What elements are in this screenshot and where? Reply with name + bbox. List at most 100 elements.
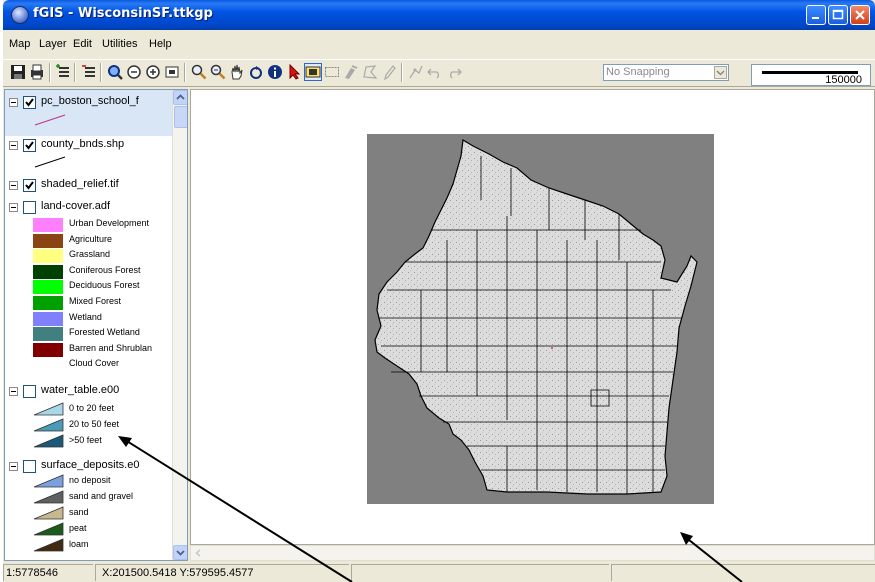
legend-label: Grassland	[69, 249, 111, 260]
layer-checkbox[interactable]	[23, 179, 36, 192]
collapse-icon[interactable]	[9, 141, 18, 150]
edit-icon[interactable]	[343, 64, 359, 80]
legend-swatch	[33, 402, 64, 416]
scroll-down-button[interactable]	[173, 545, 187, 560]
menu-help[interactable]: Help	[149, 38, 172, 50]
map-view[interactable]	[190, 89, 875, 545]
legend-label: >50 feet	[69, 435, 102, 445]
minimize-icon	[812, 17, 819, 19]
chevron-down-icon[interactable]	[714, 66, 727, 79]
add-layer-icon[interactable]	[55, 64, 71, 80]
print-icon[interactable]	[29, 64, 45, 80]
scale-bar: 150000	[751, 64, 871, 86]
legend-label: Mixed Forest	[69, 296, 122, 306]
collapse-icon[interactable]	[9, 181, 18, 190]
legend-swatch	[33, 434, 64, 448]
zoom-box-icon[interactable]	[210, 64, 226, 80]
info-icon[interactable]	[267, 64, 283, 80]
maximize-icon	[832, 9, 844, 20]
undo-icon[interactable]	[427, 64, 443, 80]
layer-checkbox[interactable]	[23, 139, 36, 152]
layer-checkbox[interactable]	[23, 201, 36, 214]
legend-swatch	[33, 490, 64, 504]
layer-checkbox[interactable]	[23, 460, 36, 473]
menu-bar: Map Layer Edit Utilities Help	[3, 36, 875, 54]
layer-name: water_table.e00	[41, 384, 120, 396]
line-symbol-icon	[34, 114, 66, 126]
legend-label: Cloud Cover	[69, 358, 120, 369]
snapping-dropdown[interactable]: No Snapping	[603, 64, 729, 81]
zoom-out-icon[interactable]	[126, 64, 142, 80]
collapse-icon[interactable]	[9, 462, 18, 471]
status-coordinates: X:201500.5418 Y:579595.4577	[95, 564, 349, 581]
legend-label: Deciduous Forest	[69, 280, 140, 291]
map-horizontal-scrollbar[interactable]	[190, 545, 875, 561]
line-symbol-icon	[34, 156, 66, 168]
legend-label: Coniferous Forest	[69, 264, 141, 275]
redo-icon[interactable]	[446, 64, 462, 80]
magnify-icon[interactable]	[191, 64, 207, 80]
minimize-button[interactable]	[806, 5, 826, 25]
layer-name: county_bnds.shp	[41, 138, 125, 150]
zoom-full-icon[interactable]	[107, 64, 123, 80]
legend-label: Wetland	[69, 311, 102, 322]
layer-checkbox[interactable]	[23, 96, 36, 109]
legend-swatch	[33, 248, 63, 264]
collapse-icon[interactable]	[9, 203, 18, 212]
legend-label: sand and gravel	[69, 491, 134, 501]
pan-icon[interactable]	[229, 64, 245, 80]
close-icon	[855, 10, 865, 20]
legend-label: Barren and Shrublan	[69, 342, 153, 353]
status-scale: 1:5778546	[3, 564, 93, 581]
app-window: fGIS - WisconsinSF.ttkgp Map Layer Edit …	[3, 0, 875, 582]
legend-label: sand	[69, 507, 89, 517]
status-panel-3	[351, 564, 609, 581]
scroll-left-button[interactable]	[192, 547, 205, 559]
legend-label: Agriculture	[69, 233, 113, 244]
save-icon[interactable]	[10, 64, 26, 80]
legend-swatch	[33, 341, 63, 357]
layer-name: land-cover.adf	[41, 200, 111, 212]
legend-swatch	[33, 357, 63, 373]
menu-map[interactable]: Map	[9, 38, 30, 50]
legend-scrollbar[interactable]	[172, 90, 187, 560]
status-bar: 1:5778546 X:201500.5418 Y:579595.4577	[3, 563, 875, 582]
legend-swatch	[33, 232, 63, 248]
layer-name: shaded_relief.tif	[41, 178, 119, 190]
layer-checkbox[interactable]	[23, 385, 36, 398]
legend-swatch	[33, 295, 63, 310]
remove-layer-icon[interactable]	[81, 64, 97, 80]
select-box-icon[interactable]	[304, 63, 322, 81]
collapse-icon[interactable]	[9, 387, 18, 396]
zoom-in-icon[interactable]	[145, 64, 161, 80]
legend-label: Forested Wetland	[69, 327, 140, 338]
select-arrow-icon[interactable]	[286, 64, 302, 80]
legend-swatch	[33, 279, 63, 295]
legend-label: no deposit	[69, 475, 111, 485]
legend-swatch	[33, 418, 64, 432]
scroll-thumb[interactable]	[174, 106, 187, 128]
scroll-up-button[interactable]	[173, 90, 187, 105]
zoom-extent-icon[interactable]	[164, 64, 180, 80]
close-button[interactable]	[850, 5, 870, 25]
rectangle-icon[interactable]	[324, 64, 340, 80]
maximize-button[interactable]	[828, 5, 848, 25]
legend-swatch	[33, 522, 64, 536]
menu-edit[interactable]: Edit	[73, 38, 92, 50]
snap-icon[interactable]	[408, 64, 424, 80]
toolbar	[3, 59, 875, 87]
menu-utilities[interactable]: Utilities	[102, 38, 137, 50]
legend-swatch	[33, 217, 63, 232]
status-panel-4	[611, 564, 875, 581]
legend-label: peat	[69, 523, 87, 533]
title-bar[interactable]: fGIS - WisconsinSF.ttkgp	[3, 0, 875, 30]
legend-swatch	[33, 538, 64, 552]
legend-label: 20 to 50 feet	[69, 419, 120, 429]
menu-layer[interactable]: Layer	[39, 38, 67, 50]
collapse-icon[interactable]	[9, 98, 18, 107]
window-title: fGIS - WisconsinSF.ttkgp	[33, 6, 213, 21]
pencil-icon[interactable]	[381, 64, 397, 80]
refresh-icon[interactable]	[248, 64, 264, 80]
legend-swatch	[33, 263, 63, 279]
polygon-icon[interactable]	[362, 64, 378, 80]
